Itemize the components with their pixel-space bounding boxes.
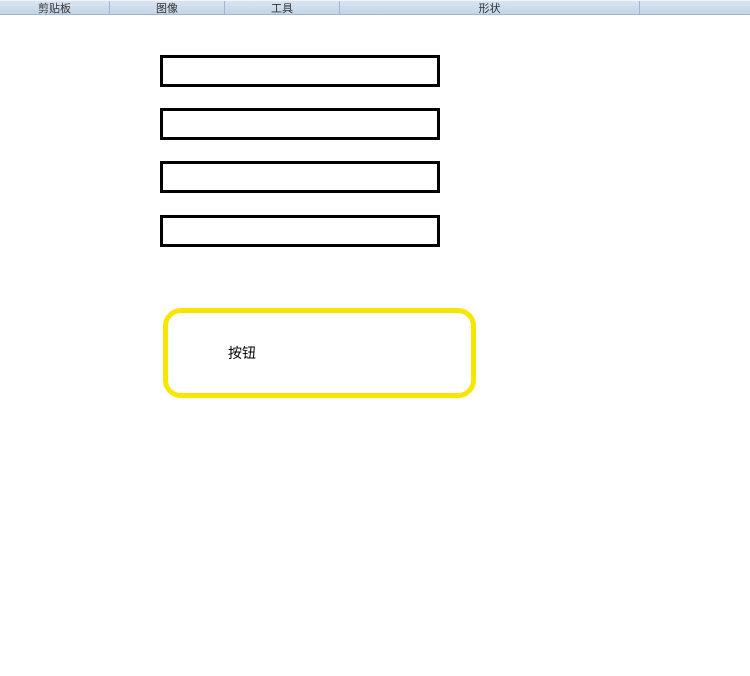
input-box-1[interactable]	[160, 55, 440, 87]
input-box-4[interactable]	[160, 215, 440, 247]
ribbon-label-shapes: 形状	[479, 0, 501, 16]
input-box-2[interactable]	[160, 108, 440, 140]
ribbon-group-image[interactable]: 图像	[110, 1, 225, 14]
ribbon-group-clipboard[interactable]: 剪贴板	[0, 1, 110, 14]
ribbon-label-image: 图像	[156, 0, 178, 16]
ribbon-label-tools: 工具	[271, 0, 293, 16]
ribbon-group-tools[interactable]: 工具	[225, 1, 340, 14]
ribbon-label-clipboard: 剪贴板	[38, 0, 71, 16]
button-label: 按钮	[228, 343, 256, 363]
canvas-area[interactable]: 按钮	[0, 15, 750, 676]
button-box[interactable]: 按钮	[163, 308, 476, 398]
input-box-3[interactable]	[160, 161, 440, 193]
ribbon-group-shapes[interactable]: 形状	[340, 1, 640, 14]
ribbon-bar: 剪贴板 图像 工具 形状	[0, 0, 750, 15]
